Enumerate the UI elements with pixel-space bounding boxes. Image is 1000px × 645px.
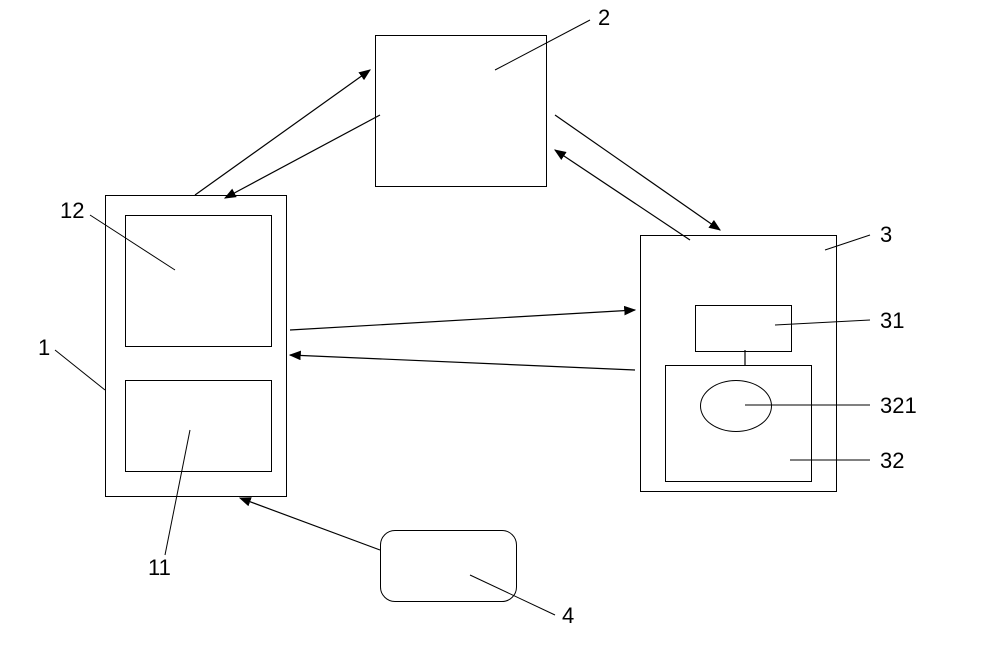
block-12 xyxy=(125,215,272,347)
block-31 xyxy=(695,305,792,352)
label-1: 1 xyxy=(38,335,50,361)
block-11 xyxy=(125,380,272,472)
label-11: 11 xyxy=(148,555,171,581)
label-321: 321 xyxy=(880,393,917,419)
shape-321 xyxy=(700,380,772,432)
label-2: 2 xyxy=(598,5,610,31)
label-4: 4 xyxy=(562,603,574,629)
label-3: 3 xyxy=(880,222,892,248)
block-4 xyxy=(380,530,517,602)
label-12: 12 xyxy=(60,198,84,224)
diagram-container: 2 12 1 11 3 31 321 32 4 xyxy=(0,0,1000,645)
label-31: 31 xyxy=(880,308,904,334)
label-32: 32 xyxy=(880,448,904,474)
block-2 xyxy=(375,35,547,187)
